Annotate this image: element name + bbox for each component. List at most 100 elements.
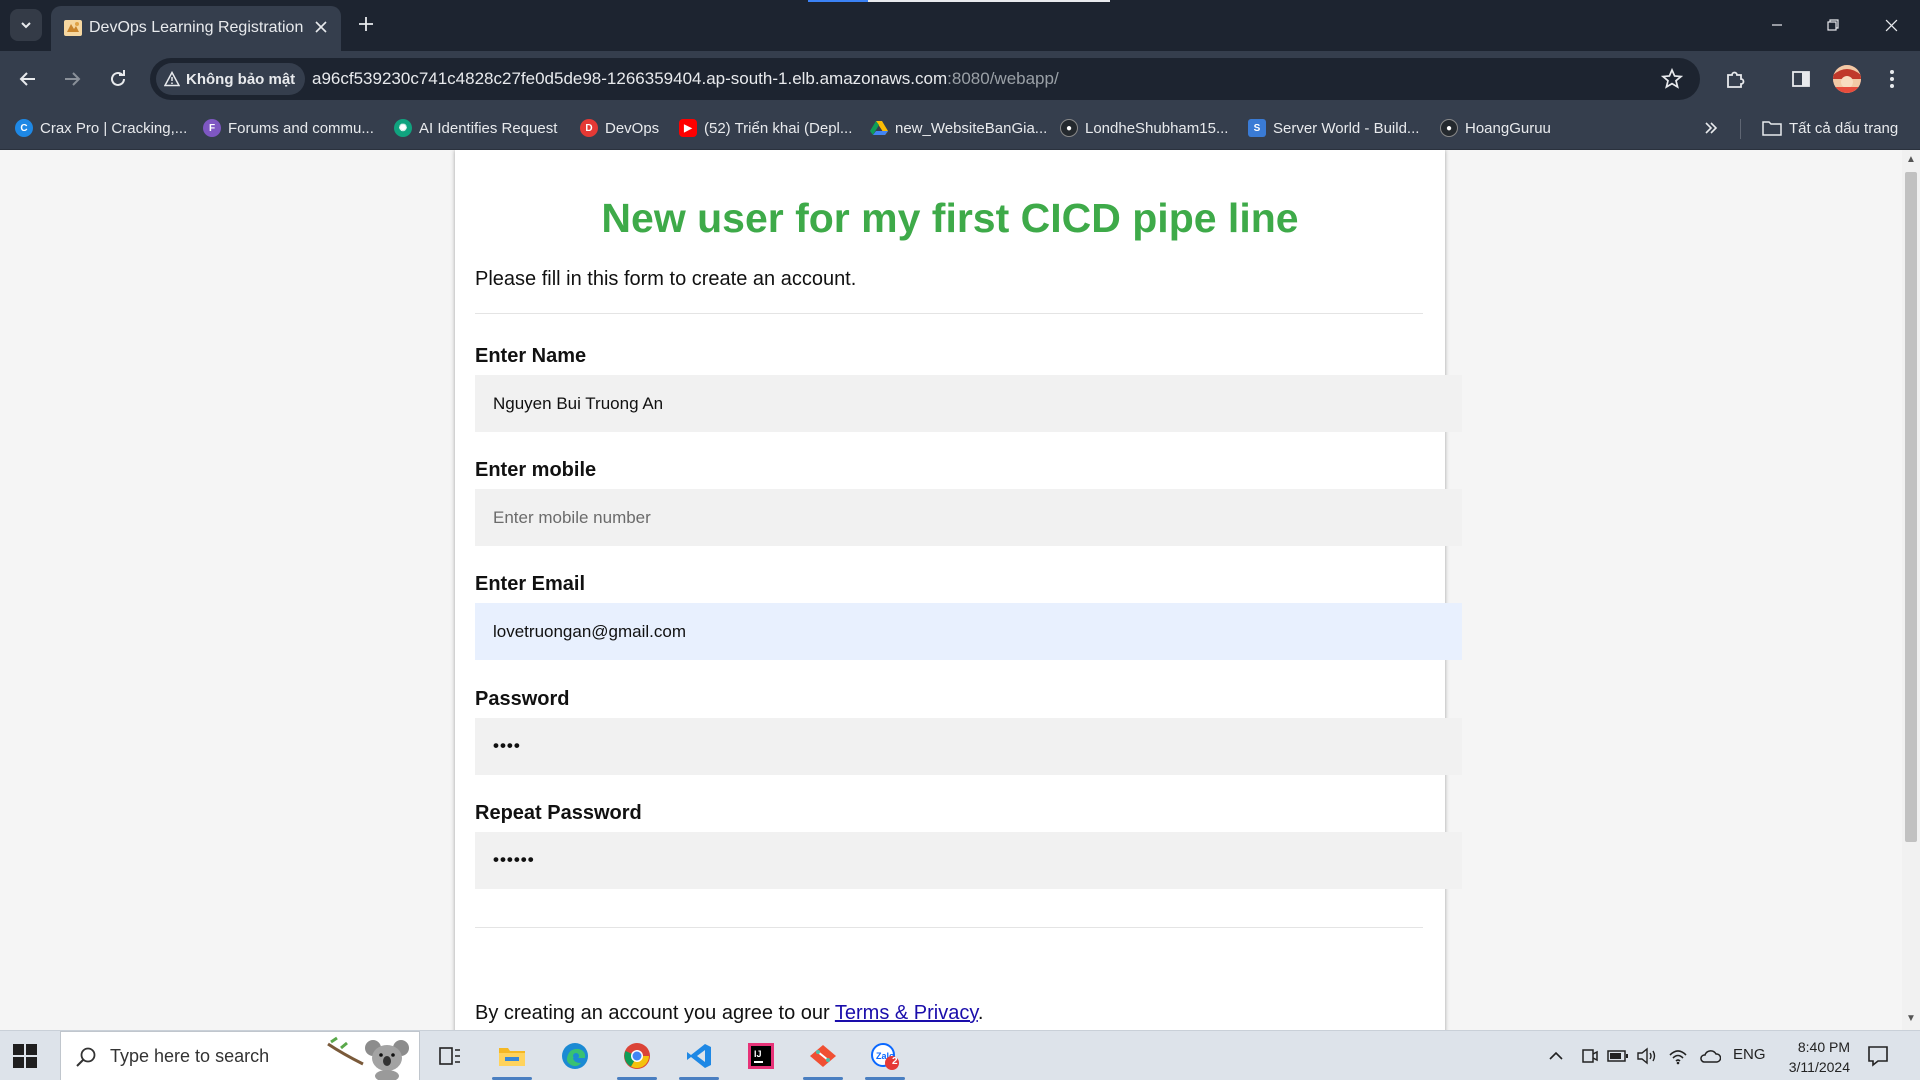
page-scrollbar[interactable]: ▲ ▼: [1902, 150, 1920, 1030]
reload-icon: [111, 70, 125, 86]
new-tab-button[interactable]: [352, 10, 380, 38]
edge-button[interactable]: [547, 1031, 603, 1080]
bookmark-item[interactable]: ● HoangGuruu: [1440, 117, 1551, 139]
mobile-input[interactable]: [475, 489, 1462, 546]
terms-suffix: .: [977, 1002, 984, 1024]
tomcat-favicon-icon: [64, 20, 82, 36]
back-button[interactable]: [12, 63, 44, 95]
url-text[interactable]: a96cf539230c741c4828c27fe0d5de98-1266359…: [312, 69, 1059, 89]
bookmarks-overflow-button[interactable]: [1704, 117, 1718, 139]
password-input[interactable]: [475, 718, 1462, 775]
name-input[interactable]: [475, 375, 1462, 432]
extensions-button[interactable]: [1719, 63, 1751, 95]
security-label: Không bảo mật: [186, 70, 296, 88]
terms-prefix: By creating an account you agree to our: [475, 1002, 835, 1024]
close-window-button[interactable]: [1868, 8, 1914, 42]
clock[interactable]: 8:40 PM 3/11/2024: [1770, 1037, 1850, 1077]
email-input[interactable]: [475, 603, 1462, 660]
reload-button[interactable]: [102, 63, 134, 95]
wifi-icon: [1669, 1050, 1687, 1065]
warning-icon: [164, 71, 180, 87]
server-world-icon: S: [1248, 119, 1266, 137]
bookmark-item[interactable]: ✺ AI Identifies Request: [394, 117, 557, 139]
search-placeholder: Type here to search: [110, 1046, 270, 1066]
notification-icon[interactable]: [1866, 1044, 1890, 1068]
bookmark-label: Crax Pro | Cracking,...: [40, 119, 188, 137]
file-explorer-button[interactable]: [484, 1031, 540, 1080]
bookmarks-bar: C Crax Pro | Cracking,... F Forums and c…: [0, 107, 1920, 150]
all-bookmarks-button[interactable]: Tất cả dấu trang: [1762, 117, 1898, 139]
onedrive-cloud-icon: [1700, 1050, 1721, 1063]
openai-icon: ✺: [394, 119, 412, 137]
bookmark-item[interactable]: ▶ (52) Triển khai (Depl...: [679, 117, 852, 139]
terms-link[interactable]: Terms & Privacy: [835, 1002, 978, 1024]
svg-text:IJ: IJ: [754, 1049, 762, 1059]
minimize-button[interactable]: [1754, 8, 1800, 42]
repeat-password-input[interactable]: [475, 832, 1462, 889]
bookmark-item[interactable]: new_WebsiteBanGia...: [870, 117, 1047, 139]
git-button[interactable]: [795, 1031, 851, 1080]
meet-now-icon: [1582, 1049, 1598, 1063]
windows-start-icon[interactable]: [12, 1043, 38, 1069]
git-icon: [810, 1045, 836, 1067]
bookmark-item[interactable]: D DevOps: [580, 117, 659, 139]
password-label: Password: [475, 688, 570, 710]
forum-icon: F: [203, 119, 221, 137]
zalo-badge: 2: [892, 1056, 898, 1067]
chevron-up-icon: [1549, 1051, 1563, 1060]
name-label: Enter Name: [475, 345, 587, 367]
tray-overflow-button[interactable]: [1548, 1046, 1564, 1066]
vscode-button[interactable]: [671, 1031, 727, 1080]
tab-close-button[interactable]: [309, 15, 333, 39]
scroll-up-arrow-icon[interactable]: ▲: [1906, 155, 1916, 165]
chrome-menu-button[interactable]: [1876, 63, 1908, 95]
bookmark-item[interactable]: ● LondheShubham15...: [1060, 117, 1228, 139]
volume-button[interactable]: [1636, 1046, 1658, 1066]
intellij-button[interactable]: IJ: [733, 1031, 789, 1080]
password-mask: ••••: [493, 736, 521, 755]
bookmark-star-icon[interactable]: [1660, 67, 1684, 91]
page-title: New user for my first CICD pipe line: [601, 195, 1299, 241]
divider: [475, 927, 1423, 928]
tray-app-button[interactable]: [1580, 1046, 1598, 1066]
bookmark-item[interactable]: F Forums and commu...: [203, 117, 374, 139]
battery-button[interactable]: [1607, 1046, 1629, 1066]
chrome-icon: [624, 1043, 650, 1069]
security-chip[interactable]: Không bảo mật: [156, 63, 306, 95]
taskbar-search[interactable]: Type here to search: [60, 1031, 420, 1080]
chevron-double-right-icon: [1705, 122, 1718, 134]
bookmark-label: Forums and commu...: [228, 119, 374, 137]
active-tab[interactable]: DevOps Learning Registration: [51, 6, 341, 51]
restore-button[interactable]: [1810, 8, 1856, 42]
zalo-button[interactable]: Zalo 2: [857, 1031, 913, 1080]
onedrive-button[interactable]: [1699, 1046, 1721, 1066]
edge-icon: [562, 1043, 588, 1069]
registration-form: New user for my first CICD pipe line Ple…: [455, 150, 1462, 1030]
bookmark-item[interactable]: S Server World - Build...: [1248, 117, 1419, 139]
bookmark-item[interactable]: C Crax Pro | Cracking,...: [15, 117, 187, 139]
file-explorer-icon: [499, 1048, 525, 1066]
forward-button[interactable]: [56, 63, 88, 95]
puzzle-icon: [1727, 71, 1745, 88]
side-panel-icon: [1792, 71, 1810, 87]
address-bar[interactable]: Không bảo mật a96cf539230c741c4828c27fe0…: [150, 58, 1700, 100]
bookmark-label: HoangGuruu: [1465, 119, 1551, 137]
wifi-button[interactable]: [1668, 1046, 1688, 1066]
side-panel-button[interactable]: [1785, 63, 1817, 95]
google-drive-icon: [870, 121, 888, 135]
task-view-button[interactable]: [422, 1031, 478, 1080]
chrome-button[interactable]: [609, 1031, 665, 1080]
volume-icon: [1637, 1047, 1656, 1065]
more-vertical-icon: [1890, 70, 1894, 88]
repeat-password-mask: ••••••: [493, 850, 535, 869]
profile-avatar[interactable]: [1833, 65, 1861, 93]
scroll-down-arrow-icon[interactable]: ▼: [1906, 1014, 1916, 1024]
scrollbar-thumb[interactable]: [1905, 172, 1917, 842]
url-host: a96cf539230c741c4828c27fe0d5de98-1266359…: [312, 69, 948, 88]
battery-icon: [1607, 1050, 1628, 1062]
input-language[interactable]: ENG: [1733, 1046, 1766, 1063]
bookmark-label: LondheShubham15...: [1085, 119, 1229, 137]
tab-search-button[interactable]: [10, 9, 42, 41]
intellij-icon: IJ: [748, 1043, 774, 1069]
arrow-left-icon: [19, 72, 35, 86]
